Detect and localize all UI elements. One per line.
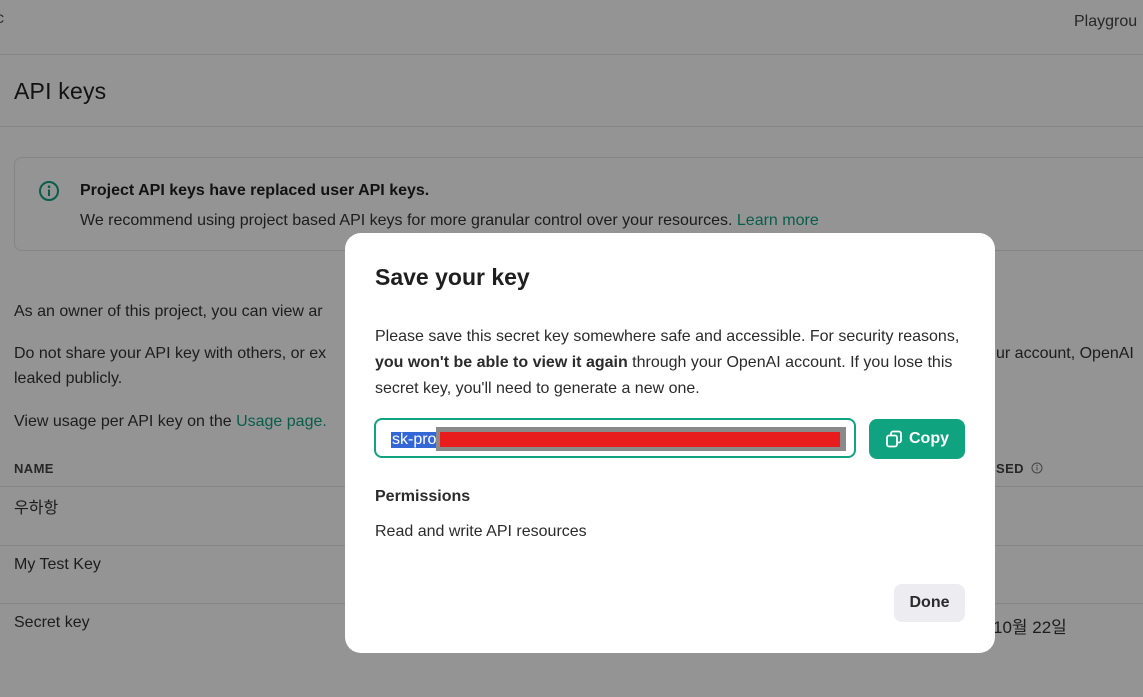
copy-button-label: Copy xyxy=(909,430,949,447)
copy-button[interactable]: Copy xyxy=(869,419,965,459)
permissions-text: Read and write API resources xyxy=(375,523,587,540)
modal-description: Please save this secret key somewhere sa… xyxy=(375,324,975,402)
secret-key-selected-text: sk-pro xyxy=(391,431,438,448)
modal-description-bold: you won't be able to view it again xyxy=(375,354,628,371)
save-key-modal: Save your key Please save this secret ke… xyxy=(345,233,995,653)
modal-description-part1: Please save this secret key somewhere sa… xyxy=(375,328,960,345)
key-redaction-fill xyxy=(440,432,840,447)
key-redaction-mark xyxy=(436,427,846,451)
permissions-title: Permissions xyxy=(375,488,471,505)
copy-icon xyxy=(886,430,902,448)
done-button-label: Done xyxy=(909,594,950,611)
modal-title: Save your key xyxy=(375,264,530,290)
done-button[interactable]: Done xyxy=(894,584,965,622)
secret-key-field[interactable]: sk-pro xyxy=(374,418,856,458)
